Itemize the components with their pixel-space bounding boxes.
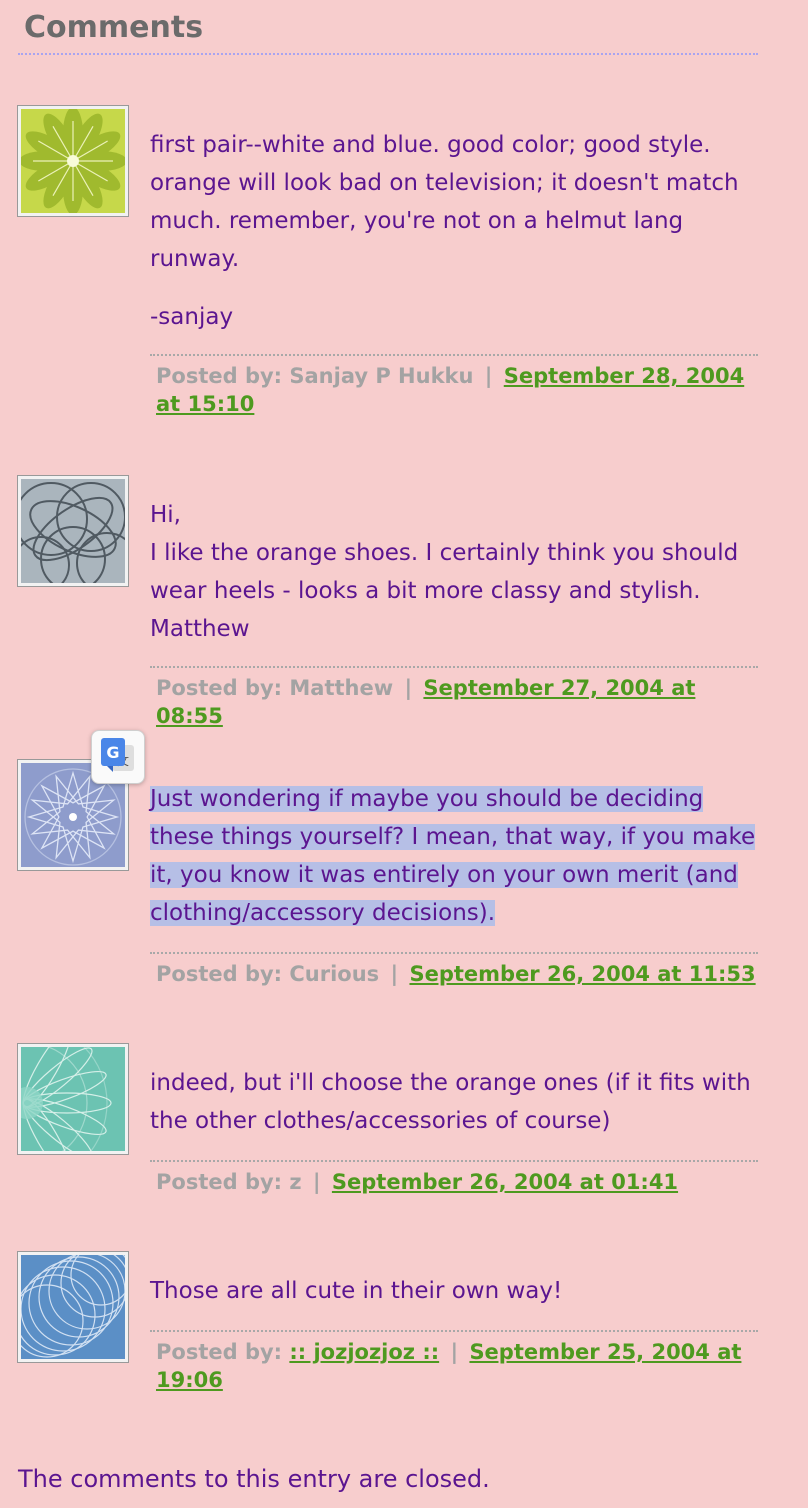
comment-footer: Posted by: Sanjay P Hukku | September 28…	[150, 354, 758, 418]
svg-text:G: G	[106, 743, 119, 762]
comment-text: I like the orange shoes. I certainly thi…	[150, 540, 739, 604]
flower-avatar-icon	[17, 105, 129, 217]
comments-header: Comments	[18, 0, 758, 55]
posted-by-label: Posted by:	[156, 1340, 283, 1364]
posted-by-label: Posted by:	[156, 1170, 283, 1194]
comment-permalink[interactable]: September 26, 2004 at 01:41	[332, 1170, 678, 1194]
comments-closed-notice: The comments to this entry are closed.	[18, 1465, 490, 1493]
separator: |	[450, 1340, 459, 1364]
comment-footer: Posted by: z | September 26, 2004 at 01:…	[150, 1160, 758, 1196]
separator: |	[312, 1170, 321, 1194]
posted-by-label: Posted by:	[156, 962, 283, 986]
comment-text: indeed, but i'll choose the orange ones …	[150, 1070, 751, 1134]
comment-body: first pair--white and blue. good color; …	[150, 126, 758, 336]
comment-footer: Posted by: :: jozjozjoz :: | September 2…	[150, 1330, 758, 1394]
comment-author: Curious	[289, 962, 380, 986]
spirograph-avatar-icon	[17, 475, 129, 587]
comment-signature: Matthew	[150, 616, 250, 642]
comment-footer: Posted by: Curious | September 26, 2004 …	[150, 952, 758, 988]
comment-author: Sanjay P Hukku	[289, 364, 474, 388]
separator: |	[484, 364, 493, 388]
comment-signature: -sanjay	[150, 304, 234, 330]
google-translate-icon: 文 G	[101, 738, 134, 772]
comment-greeting: Hi,	[150, 502, 181, 528]
comments-heading: Comments	[24, 10, 204, 45]
comment-author: z	[289, 1170, 302, 1194]
comment-body: Just wondering if maybe you should be de…	[150, 780, 758, 932]
comment-text: Those are all cute in their own way!	[150, 1278, 563, 1304]
posted-by-label: Posted by:	[156, 364, 283, 388]
comment-body: indeed, but i'll choose the orange ones …	[150, 1064, 758, 1140]
separator: |	[390, 962, 399, 986]
comment-text: first pair--white and blue. good color; …	[150, 132, 739, 272]
comment-body: Those are all cute in their own way!	[150, 1272, 758, 1310]
comment-permalink[interactable]: September 26, 2004 at 11:53	[409, 962, 755, 986]
posted-by-label: Posted by:	[156, 676, 283, 700]
comment-text-selected: Just wondering if maybe you should be de…	[150, 786, 756, 926]
comment-author-link[interactable]: :: jozjozjoz ::	[289, 1340, 439, 1364]
blue-circles-avatar-icon	[17, 1251, 129, 1363]
comment-body: Hi, I like the orange shoes. I certainly…	[150, 496, 758, 648]
comment-author: Matthew	[289, 676, 394, 700]
separator: |	[404, 676, 413, 700]
teal-fan-avatar-icon	[17, 1043, 129, 1155]
comment-footer: Posted by: Matthew | September 27, 2004 …	[150, 666, 758, 730]
google-translate-button[interactable]: 文 G	[91, 730, 145, 784]
